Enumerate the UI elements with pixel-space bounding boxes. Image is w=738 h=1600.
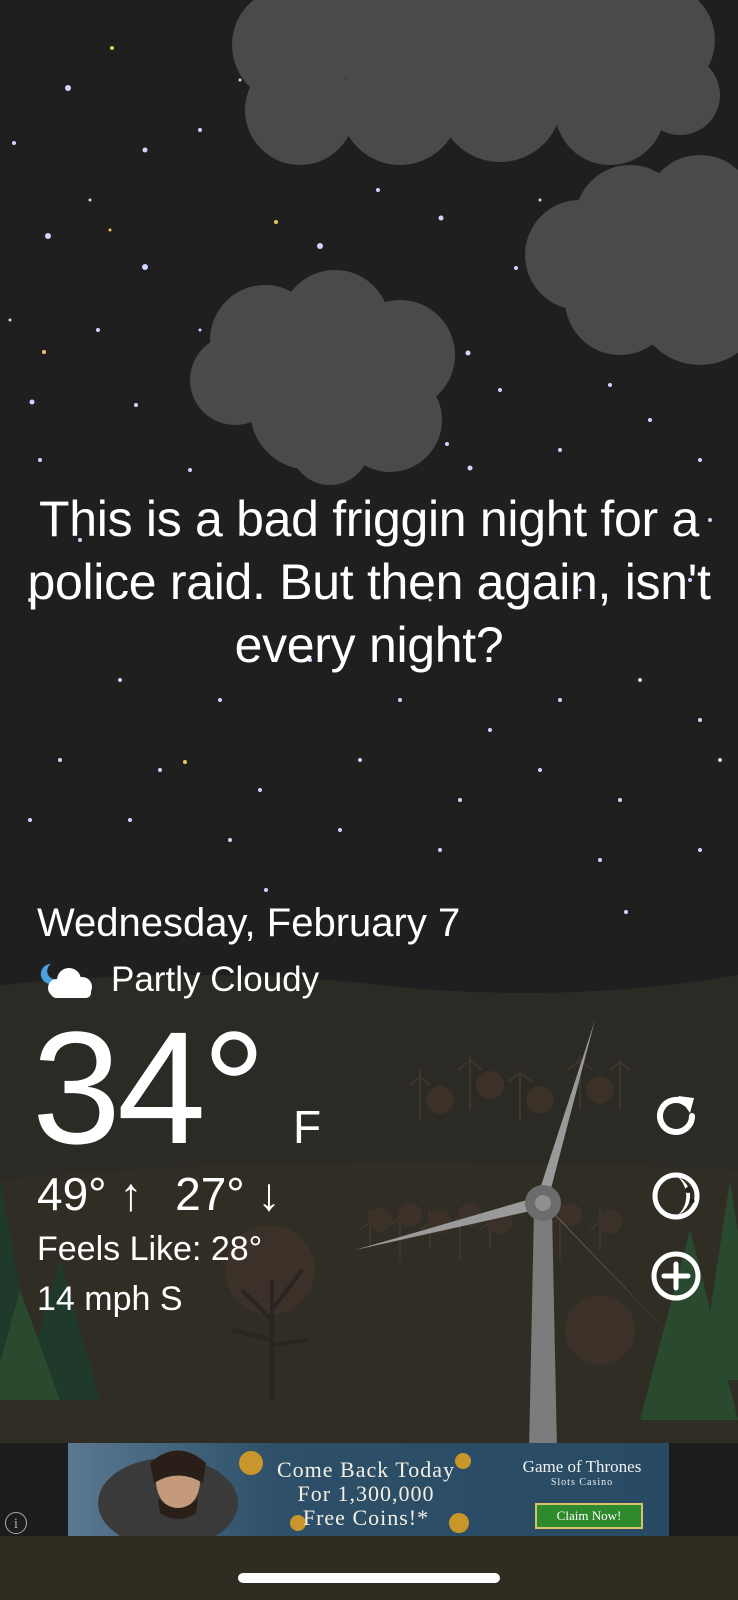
- feels-like: Feels Like: 28°: [37, 1230, 263, 1268]
- moon-icon[interactable]: [648, 1168, 704, 1224]
- condition-text: Partly Cloudy: [111, 960, 320, 999]
- ad-brand-subtitle: Slots Casino: [550, 1477, 614, 1488]
- weather-screen: This is a bad friggin night for a police…: [0, 0, 738, 1600]
- high-temperature: 49° ↑: [37, 1168, 143, 1220]
- low-temperature: 27° ↓: [175, 1168, 281, 1220]
- partly-cloudy-night-icon: [40, 963, 92, 998]
- ad-headline-2: For 1,300,000: [297, 1481, 435, 1506]
- add-location-icon[interactable]: [648, 1248, 704, 1304]
- ad-info-icon[interactable]: i: [5, 1512, 27, 1534]
- high-low-temperature: 49° ↑ 27° ↓: [37, 1166, 300, 1222]
- cloud-top: [232, 0, 720, 165]
- ad-brand: Game of Thrones: [522, 1457, 642, 1476]
- home-indicator[interactable]: [238, 1573, 500, 1583]
- temperature-unit[interactable]: F: [293, 1100, 321, 1154]
- current-date: Wednesday, February 7: [37, 901, 461, 945]
- advertisement-banner[interactable]: Come Back Today For 1,300,000 Free Coins…: [68, 1443, 669, 1536]
- current-temperature: 34°: [32, 998, 266, 1177]
- refresh-icon[interactable]: [648, 1088, 704, 1144]
- ad-headline-3: Free Coins!*: [302, 1505, 430, 1530]
- weather-quote: This is a bad friggin night for a police…: [27, 491, 711, 673]
- night-scene-background: [0, 0, 738, 1600]
- ad-claim-button[interactable]: Claim Now!: [535, 1503, 643, 1529]
- ad-headline-1: Come Back Today: [276, 1457, 456, 1482]
- wind-speed: 14 mph S: [37, 1280, 183, 1318]
